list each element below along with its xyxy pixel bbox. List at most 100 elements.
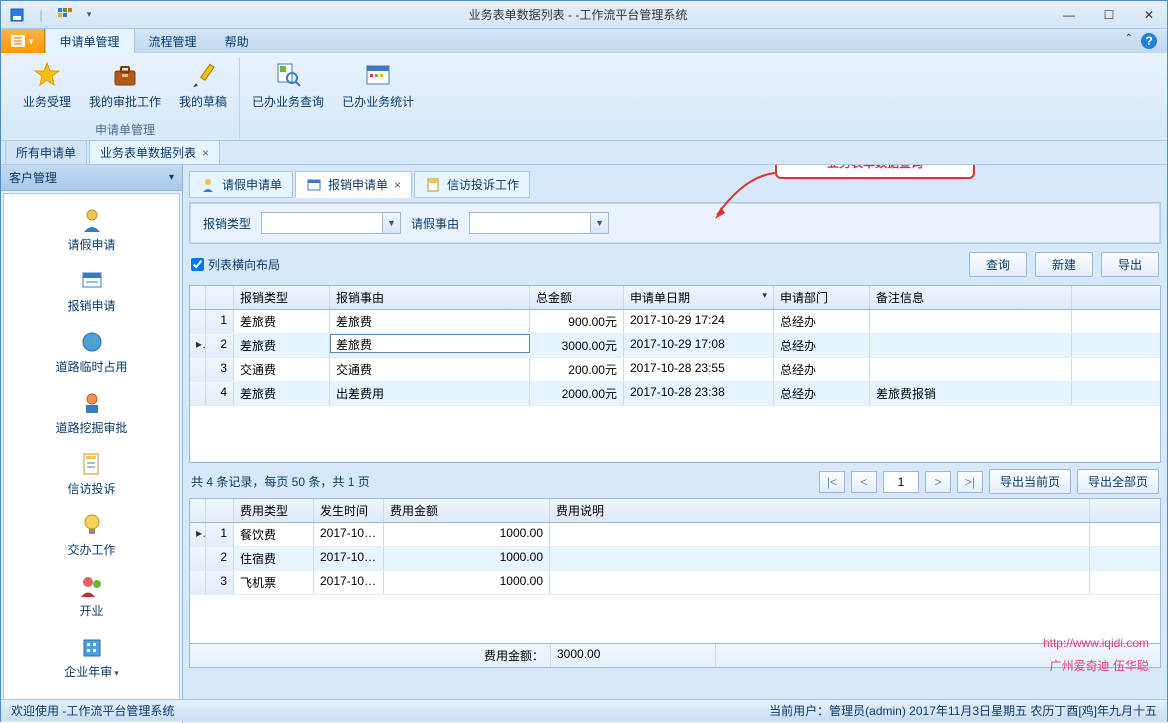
combo-leave-reason-input[interactable]: [470, 213, 590, 233]
ribbon-btn-done-stats[interactable]: 已办业务统计: [338, 57, 418, 112]
ribbon-btn-label: 已办业务统计: [342, 93, 414, 110]
page-last-button[interactable]: >|: [957, 471, 983, 493]
combo-expense-type[interactable]: ▼: [261, 212, 401, 234]
person-small-icon: [200, 177, 216, 193]
combo-leave-reason[interactable]: ▼: [469, 212, 609, 234]
ribbon-btn-my-draft[interactable]: 我的草稿: [175, 57, 231, 112]
help-icon[interactable]: ?: [1141, 33, 1157, 49]
ribbon-collapse-icon[interactable]: ⌃: [1125, 33, 1133, 49]
callout-annotation: 业务表单数据查询: [775, 165, 975, 193]
qat-save-icon[interactable]: [7, 5, 27, 25]
sidebar-item-road-temp[interactable]: 道路临时占用: [4, 324, 179, 385]
doc-small-icon: [425, 177, 441, 193]
status-welcome: 欢迎使用 -工作流平台管理系统: [11, 702, 174, 719]
menu-help[interactable]: 帮助: [211, 29, 263, 53]
sidebar-item-complaint[interactable]: 信访投诉: [4, 446, 179, 507]
page-number-input[interactable]: [883, 471, 919, 493]
col-total[interactable]: 总金额: [530, 286, 624, 309]
col-expense-type[interactable]: 报销类型: [234, 286, 330, 309]
export-current-page-button[interactable]: 导出当前页: [989, 469, 1071, 494]
qat-dropdown-icon[interactable]: ▾: [79, 5, 99, 25]
sidebar-item-open[interactable]: 开业: [4, 568, 179, 629]
sidebar-item-annual[interactable]: 企业年审: [4, 629, 179, 690]
sidebar-collapse-icon[interactable]: ▾: [169, 172, 174, 183]
ribbon-btn-accept[interactable]: 业务受理: [19, 57, 75, 112]
ribbon-group-label: 申请单管理: [95, 121, 155, 140]
sidebar-item-road-dig[interactable]: 道路挖掘审批: [4, 385, 179, 446]
col-date[interactable]: 申请单日期: [624, 286, 774, 309]
building-icon: [78, 633, 106, 661]
col-dept[interactable]: 申请部门: [774, 286, 870, 309]
export-all-pages-button[interactable]: 导出全部页: [1077, 469, 1159, 494]
watermark-text: 广州爱奇迪 伍华聪: [1050, 659, 1149, 673]
table-row[interactable]: 2住宿费2017-10-291000.00: [190, 547, 1160, 571]
page-first-button[interactable]: |<: [819, 471, 845, 493]
minimize-button[interactable]: —: [1057, 5, 1081, 25]
menubar: ▾ 申请单管理 流程管理 帮助 ⌃ ?: [1, 29, 1167, 53]
col-fee-amount[interactable]: 费用金额: [384, 499, 550, 522]
table-row[interactable]: 3交通费交通费200.00元2017-10-28 23:55总经办: [190, 358, 1160, 382]
col-fee-type[interactable]: 费用类型: [234, 499, 314, 522]
ribbon-group-done: 已办业务查询 已办业务统计: [240, 57, 426, 140]
qat-apps-icon[interactable]: [55, 5, 75, 25]
checkbox-horizontal-layout[interactable]: [191, 258, 204, 271]
query-button[interactable]: 查询: [969, 252, 1027, 277]
watermark-url[interactable]: http://www.iqidi.com: [1043, 636, 1149, 650]
page-next-button[interactable]: >: [925, 471, 951, 493]
ribbon-btn-done-query[interactable]: 已办业务查询: [248, 57, 328, 112]
worker-icon: [78, 389, 106, 417]
page-prev-button[interactable]: <: [851, 471, 877, 493]
document-icon: [78, 450, 106, 478]
ribbon-btn-label: 已办业务查询: [252, 93, 324, 110]
maximize-button[interactable]: ☐: [1097, 5, 1121, 25]
export-button[interactable]: 导出: [1101, 252, 1159, 277]
callout-text: 业务表单数据查询: [827, 165, 923, 171]
ribbon-group-main: 业务受理 我的审批工作 我的草稿 申请单管理: [11, 57, 240, 140]
menu-application-mgmt[interactable]: 申请单管理: [45, 29, 135, 53]
form-small-icon: [306, 177, 322, 193]
menu-process-mgmt[interactable]: 流程管理: [135, 29, 211, 53]
col-expense-reason[interactable]: 报销事由: [330, 286, 530, 309]
file-menu-button[interactable]: ▾: [1, 29, 45, 53]
inner-tab-leave[interactable]: 请假申请单: [189, 171, 293, 198]
chevron-down-icon[interactable]: ▼: [590, 213, 608, 233]
table-row[interactable]: ▸1餐饮费2017-10-291000.00: [190, 523, 1160, 547]
ribbon-btn-label: 我的审批工作: [89, 93, 161, 110]
qat-divider: |: [31, 5, 51, 25]
person-icon: [78, 206, 106, 234]
create-button[interactable]: 新建: [1035, 252, 1093, 277]
sidebar-item-assign[interactable]: 交办工作: [4, 507, 179, 568]
table-row[interactable]: 1差旅费差旅费900.00元2017-10-29 17:24总经办: [190, 310, 1160, 334]
combo-expense-type-input[interactable]: [262, 213, 382, 233]
col-fee-time[interactable]: 发生时间: [314, 499, 384, 522]
col-fee-desc[interactable]: 费用说明: [550, 499, 1090, 522]
close-icon[interactable]: ×: [394, 178, 401, 192]
tab-label: 业务表单数据列表: [100, 144, 196, 161]
form-icon: [78, 267, 106, 295]
briefcase-icon: [109, 59, 141, 91]
inner-tab-complaint[interactable]: 信访投诉工作: [414, 171, 530, 198]
sidebar-item-leave[interactable]: 请假申请: [4, 202, 179, 263]
table-row[interactable]: ▸2差旅费差旅费3000.00元2017-10-29 17:08总经办: [190, 334, 1160, 358]
close-button[interactable]: ✕: [1137, 5, 1161, 25]
sidebar-item-expense[interactable]: 报销申请: [4, 263, 179, 324]
main-grid: 报销类型 报销事由 总金额 申请单日期 申请部门 备注信息 1差旅费差旅费900…: [189, 285, 1161, 463]
table-row[interactable]: 4差旅费出差费用2000.00元2017-10-28 23:38总经办差旅费报销: [190, 382, 1160, 406]
doc-tab-biz-form-list[interactable]: 业务表单数据列表 ×: [89, 140, 220, 164]
table-row[interactable]: 3飞机票2017-10-291000.00: [190, 571, 1160, 595]
ribbon-btn-my-approval[interactable]: 我的审批工作: [85, 57, 165, 112]
calendar-stats-icon: [362, 59, 394, 91]
doc-tab-all-apps[interactable]: 所有申请单: [5, 140, 87, 164]
content-area: 请假申请单 报销申请单× 信访投诉工作 业务表单数据查询 报销类型 ▼ 请假事由…: [183, 165, 1167, 723]
detail-grid-footer: 费用金额： 3000.00: [190, 643, 1160, 667]
paging-info: 共 4 条记录，每页 50 条，共 1 页: [191, 473, 370, 490]
window-title: 业务表单数据列表 - -工作流平台管理系统: [99, 6, 1057, 23]
chevron-down-icon[interactable]: ▼: [382, 213, 400, 233]
inner-tab-expense[interactable]: 报销申请单×: [295, 171, 412, 198]
filter-label-reason: 请假事由: [407, 215, 463, 232]
col-note[interactable]: 备注信息: [870, 286, 1072, 309]
close-icon[interactable]: ×: [202, 146, 209, 160]
tab-label: 所有申请单: [16, 144, 76, 161]
people-icon: [78, 572, 106, 600]
inner-tabs: 请假申请单 报销申请单× 信访投诉工作: [189, 171, 1161, 198]
